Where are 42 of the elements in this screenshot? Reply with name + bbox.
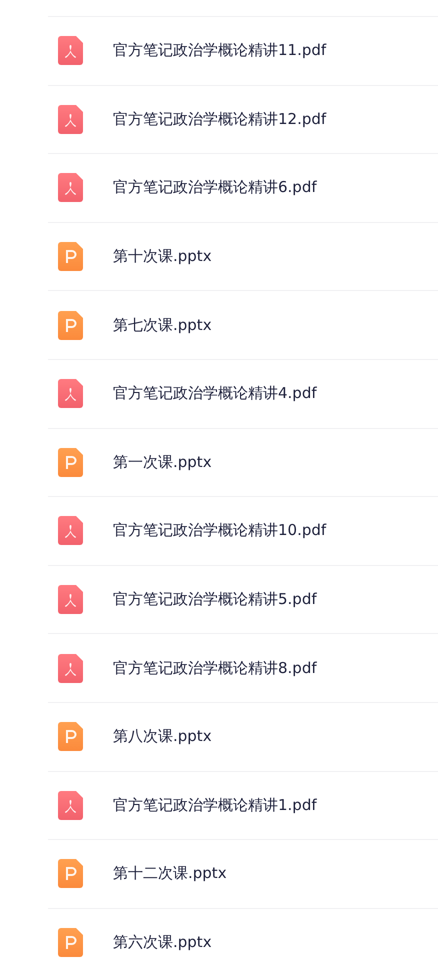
file-row[interactable]: 官方笔记政治学概论精讲4.pdf bbox=[48, 358, 438, 428]
file-row[interactable]: 官方笔记政治学概论精讲12.pdf bbox=[48, 84, 438, 154]
file-row[interactable]: 官方笔记政治学概论精讲10.pdf bbox=[48, 496, 438, 565]
pdf-file-icon bbox=[58, 36, 83, 66]
pdf-file-icon bbox=[58, 790, 83, 820]
pdf-file-icon bbox=[58, 654, 83, 683]
file-row[interactable]: 第八次课.pptx bbox=[48, 702, 438, 771]
file-row[interactable]: 第十次课.pptx bbox=[48, 222, 438, 290]
file-name: 官方笔记政治学概论精讲12.pdf bbox=[113, 110, 326, 129]
file-name: 官方笔记政治学概论精讲5.pdf bbox=[113, 590, 317, 610]
presentation-file-icon bbox=[58, 448, 83, 477]
file-row[interactable]: 第七次课.pptx bbox=[48, 290, 438, 359]
file-row[interactable]: 第一次课.pptx bbox=[48, 428, 438, 496]
file-row[interactable]: 官方笔记政治学概论精讲11.pdf bbox=[48, 16, 438, 85]
file-name: 官方笔记政治学概论精讲10.pdf bbox=[113, 521, 326, 540]
pdf-file-icon bbox=[58, 173, 83, 202]
pdf-file-icon bbox=[58, 104, 83, 134]
file-row[interactable]: 官方笔记政治学概论精讲6.pdf bbox=[48, 153, 438, 222]
presentation-file-icon bbox=[58, 928, 83, 958]
file-name: 官方笔记政治学概论精讲11.pdf bbox=[113, 41, 326, 60]
file-name: 第十次课.pptx bbox=[113, 247, 212, 266]
pdf-file-icon bbox=[58, 516, 83, 546]
presentation-file-icon bbox=[58, 242, 83, 272]
file-name: 官方笔记政治学概论精讲8.pdf bbox=[113, 658, 317, 678]
file-name: 官方笔记政治学概论精讲6.pdf bbox=[113, 178, 317, 198]
file-name: 第八次课.pptx bbox=[113, 727, 212, 746]
file-row[interactable]: 官方笔记政治学概论精讲5.pdf bbox=[48, 564, 438, 634]
file-name: 第七次课.pptx bbox=[113, 316, 212, 335]
file-name: 第六次课.pptx bbox=[113, 933, 212, 952]
pdf-file-icon bbox=[58, 379, 83, 408]
pdf-file-icon bbox=[58, 585, 83, 614]
presentation-file-icon bbox=[58, 722, 83, 752]
file-row[interactable]: 官方笔记政治学概论精讲8.pdf bbox=[48, 633, 438, 702]
file-name: 官方笔记政治学概论精讲1.pdf bbox=[113, 796, 317, 815]
file-row[interactable]: 第十二次课.pptx bbox=[48, 839, 438, 908]
file-name: 官方笔记政治学概论精讲4.pdf bbox=[113, 384, 317, 404]
file-row[interactable]: 第六次课.pptx bbox=[48, 908, 438, 966]
file-row[interactable]: 官方笔记政治学概论精讲1.pdf bbox=[48, 770, 438, 840]
presentation-file-icon bbox=[58, 310, 83, 340]
file-name: 第十二次课.pptx bbox=[113, 864, 227, 884]
file-name: 第一次课.pptx bbox=[113, 452, 212, 472]
presentation-file-icon bbox=[58, 859, 83, 888]
